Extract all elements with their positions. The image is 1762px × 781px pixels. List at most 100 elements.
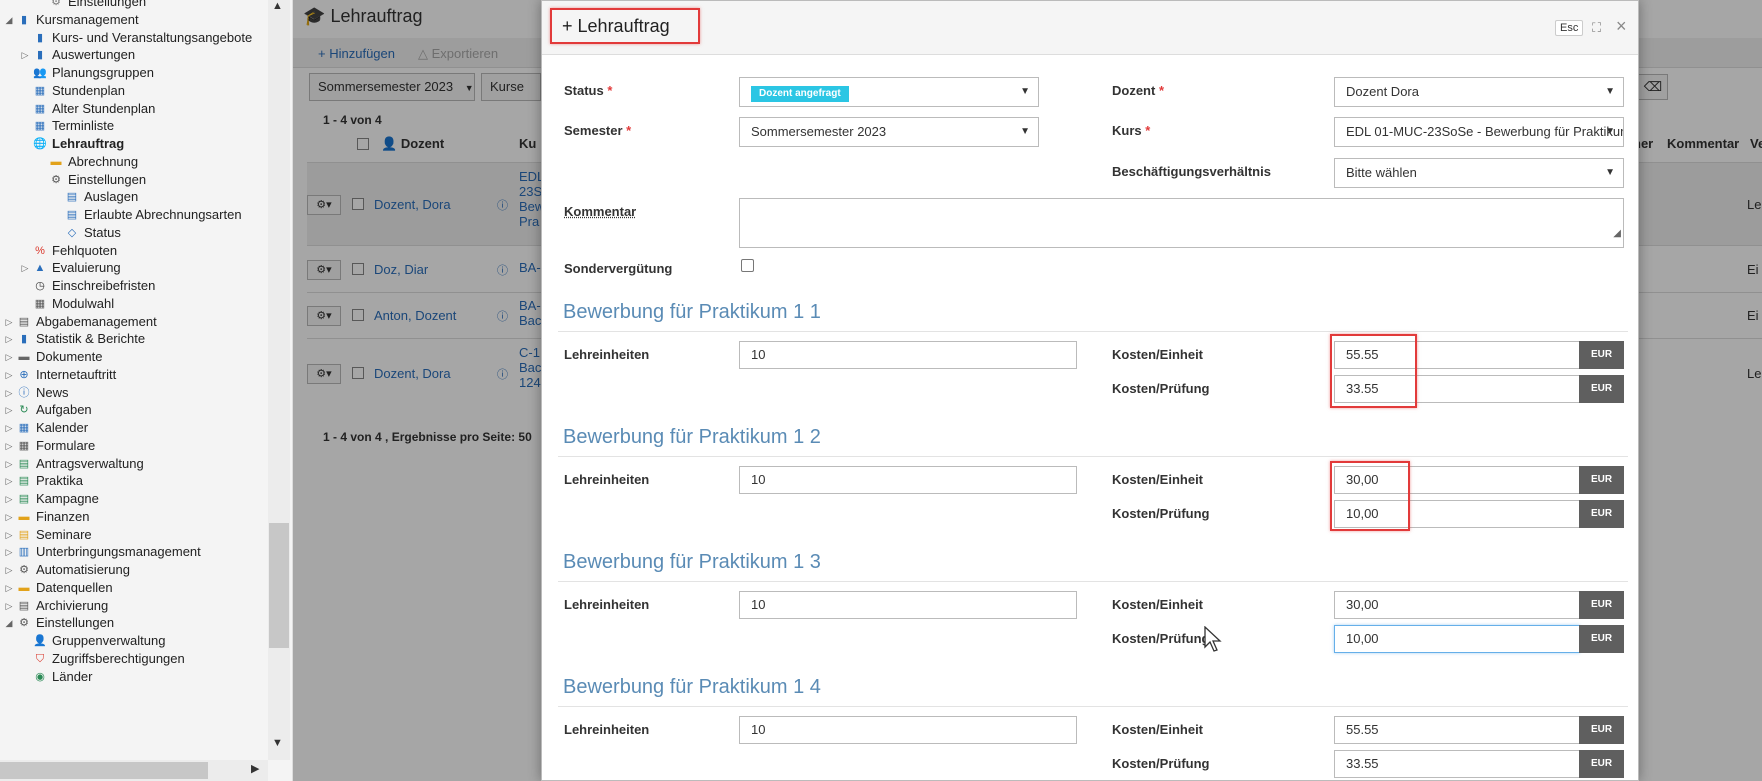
chevron-down-icon: ▼ xyxy=(1020,86,1030,97)
tree-node-icon: ▬ xyxy=(18,581,30,594)
section-title: Bewerbung für Praktikum 1 2 xyxy=(563,426,821,448)
lehrauftrag-dialog: + Lehrauftrag Esc ⛶ × Status * Dozent an… xyxy=(541,0,1639,781)
tree-node-icon: ▬ xyxy=(18,510,30,523)
tree-node-icon: ▮ xyxy=(36,49,44,62)
dialog-title: + Lehrauftrag xyxy=(550,8,700,44)
plus-icon: + xyxy=(562,16,573,36)
tree-node-icon: ⛉ xyxy=(35,652,45,665)
beschaeftigung-select[interactable]: Bitte wählen ▼ xyxy=(1334,158,1624,188)
tree-node-icon: ▤ xyxy=(18,528,30,541)
kosten-pruefung-input[interactable]: 33.55 xyxy=(1334,750,1580,778)
tree-node-icon: ▬ xyxy=(50,155,62,168)
sonderverguetung-checkbox[interactable] xyxy=(741,259,754,272)
sidebar-scroll-thumb[interactable] xyxy=(269,523,289,648)
tree-node-icon: ▮ xyxy=(20,13,28,26)
tree-node-icon: ▦ xyxy=(34,102,46,115)
chevron-down-icon: ▼ xyxy=(1605,126,1615,137)
section-divider xyxy=(558,581,1628,582)
chevron-down-icon: ▼ xyxy=(1605,86,1615,97)
tree-node-icon: ⚙ xyxy=(51,0,61,8)
tree-node-icon: ◇ xyxy=(67,226,77,239)
chevron-down-icon: ▼ xyxy=(1605,167,1615,178)
scroll-up-icon[interactable]: ▲ xyxy=(272,0,283,12)
kosten-pruefung-input[interactable]: 10,00 xyxy=(1334,500,1580,528)
dozent-select[interactable]: Dozent Dora ▼ xyxy=(1334,77,1624,107)
kosten-pruefung-label: Kosten/Prüfung xyxy=(1112,631,1210,646)
currency-addon: EUR xyxy=(1579,466,1624,494)
scroll-right-icon[interactable]: ▶ xyxy=(251,762,259,775)
tree-node-icon: ▤ xyxy=(66,191,78,204)
tree-node-icon: 🌐 xyxy=(33,138,47,150)
tree-node-icon: ◷ xyxy=(35,280,45,292)
tree-node-icon: ▦ xyxy=(18,422,30,434)
resize-handle-icon[interactable]: ◢ xyxy=(1613,221,1621,247)
tree-node-icon: 👥 xyxy=(33,67,47,79)
tree-node-icon: ▲ xyxy=(34,262,46,275)
kosten-einheit-label: Kosten/Einheit xyxy=(1112,722,1204,737)
semester-label: Semester * xyxy=(564,123,632,138)
kosten-pruefung-label: Kosten/Prüfung xyxy=(1112,506,1210,521)
scroll-down-icon[interactable]: ▼ xyxy=(272,737,283,749)
tree-node-icon: ↻ xyxy=(19,404,29,417)
tree-node-icon: ▦ xyxy=(34,84,46,97)
tree-node-icon: ▤ xyxy=(18,457,30,470)
kosten-pruefung-input[interactable]: 33.55 xyxy=(1334,375,1580,403)
lehreinheiten-input[interactable]: 10 xyxy=(739,591,1077,619)
semester-select[interactable]: Sommersemester 2023 ▼ xyxy=(739,117,1039,147)
tree-node-icon: ▤ xyxy=(18,493,30,505)
lehreinheiten-label: Lehreinheiten xyxy=(564,347,650,362)
expanded-triangle-icon[interactable]: ◢ xyxy=(4,10,14,30)
lehreinheiten-label: Lehreinheiten xyxy=(564,722,650,737)
kommentar-textarea[interactable]: ◢ xyxy=(739,198,1624,248)
tree-node-icon: ⊕ xyxy=(19,368,29,381)
sidebar-item-länder[interactable]: ◉ Länder xyxy=(20,667,92,687)
kosten-einheit-label: Kosten/Einheit xyxy=(1112,472,1204,487)
tree-node-icon: ▮ xyxy=(36,31,44,44)
close-icon[interactable]: × xyxy=(1616,16,1627,37)
tree-node-icon: ▮ xyxy=(20,333,28,346)
tree-node-icon: ▦ xyxy=(34,120,46,133)
kosten-einheit-input[interactable]: 55.55 xyxy=(1334,341,1580,369)
kurs-select[interactable]: EDL 01-MUC-23SoSe - Bewerbung für Prakti… xyxy=(1334,117,1624,147)
status-badge: Dozent angefragt xyxy=(751,86,849,102)
tree-node-icon: ▤ xyxy=(66,209,78,221)
esc-button[interactable]: Esc xyxy=(1555,20,1584,36)
sidebar-hscroll-thumb[interactable] xyxy=(0,762,208,779)
currency-addon: EUR xyxy=(1579,625,1624,653)
tree-node-icon: ◉ xyxy=(35,670,45,683)
expanded-triangle-icon[interactable]: ◢ xyxy=(4,613,14,633)
currency-addon: EUR xyxy=(1579,375,1624,403)
tree-node-icon: ⚙ xyxy=(19,564,29,576)
lehreinheiten-input[interactable]: 10 xyxy=(739,466,1077,494)
tree-node-icon: ▤ xyxy=(18,315,30,328)
kosten-pruefung-input[interactable]: 10,00 xyxy=(1334,625,1580,653)
tree-node-icon: ▦ xyxy=(34,297,46,310)
section-divider xyxy=(558,331,1628,332)
maximize-icon[interactable]: ⛶ xyxy=(1592,20,1601,36)
kosten-einheit-input[interactable]: 30,00 xyxy=(1334,466,1580,494)
kosten-einheit-input[interactable]: 55.55 xyxy=(1334,716,1580,744)
status-select[interactable]: Dozent angefragt ▼ xyxy=(739,77,1039,107)
dozent-label: Dozent * xyxy=(1112,83,1165,98)
currency-addon: EUR xyxy=(1579,591,1624,619)
section-divider xyxy=(558,456,1628,457)
lehreinheiten-input[interactable]: 10 xyxy=(739,341,1077,369)
beschaeftigung-label: Beschäftigungsverhältnis xyxy=(1112,164,1271,179)
tree-node-icon: ▦ xyxy=(18,439,30,452)
mouse-cursor-icon xyxy=(1204,626,1222,652)
kosten-einheit-label: Kosten/Einheit xyxy=(1112,597,1204,612)
lehreinheiten-label: Lehreinheiten xyxy=(564,597,650,612)
section-title: Bewerbung für Praktikum 1 4 xyxy=(563,676,821,698)
kosten-einheit-label: Kosten/Einheit xyxy=(1112,347,1204,362)
tree-node-icon: ▬ xyxy=(18,351,30,363)
chevron-down-icon: ▼ xyxy=(1020,126,1030,137)
kommentar-label: Kommentar xyxy=(564,204,637,219)
status-label: Status * xyxy=(564,83,613,98)
tree-node-icon: ▤ xyxy=(18,475,30,488)
currency-addon: EUR xyxy=(1579,750,1624,778)
lehreinheiten-input[interactable]: 10 xyxy=(739,716,1077,744)
currency-addon: EUR xyxy=(1579,500,1624,528)
section-title: Bewerbung für Praktikum 1 1 xyxy=(563,301,821,323)
kosten-einheit-input[interactable]: 30,00 xyxy=(1334,591,1580,619)
kosten-pruefung-label: Kosten/Prüfung xyxy=(1112,381,1210,396)
